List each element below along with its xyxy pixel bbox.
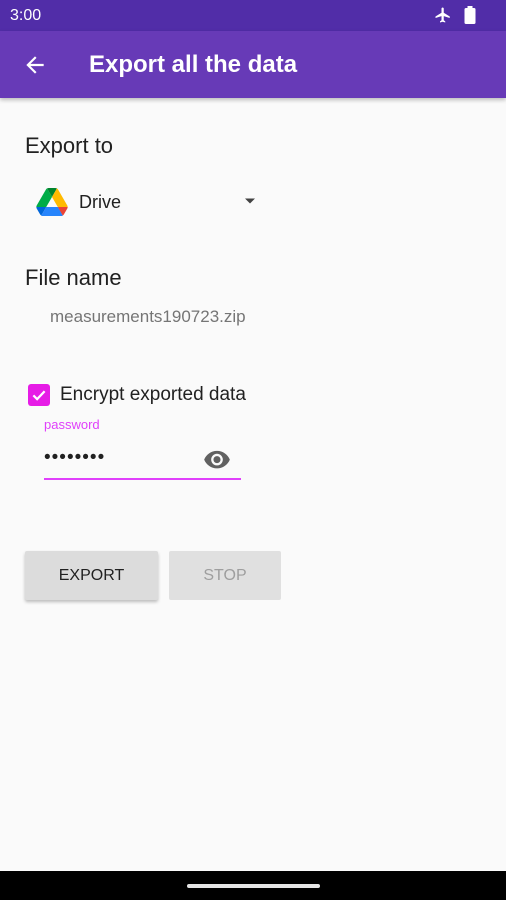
- home-gesture-handle[interactable]: [187, 884, 320, 888]
- status-time: 3:00: [10, 7, 42, 24]
- page-title: Export all the data: [89, 51, 298, 78]
- stop-button[interactable]: STOP: [169, 551, 281, 600]
- navigation-bar: [0, 871, 506, 900]
- encrypt-checkbox[interactable]: [28, 384, 50, 406]
- status-bar: 3:00: [0, 0, 506, 31]
- export-button[interactable]: EXPORT: [25, 551, 158, 600]
- battery-icon: [464, 6, 476, 24]
- status-icons: [434, 6, 476, 24]
- google-drive-icon: [36, 188, 68, 216]
- password-floating-label: password: [44, 417, 100, 432]
- app-bar: Export all the data: [0, 31, 506, 98]
- file-name-value: measurements190723.zip: [50, 307, 246, 326]
- dropdown-arrow-icon: [245, 198, 255, 204]
- encrypt-checkbox-label: Encrypt exported data: [60, 384, 246, 405]
- checkmark-icon: [32, 390, 46, 401]
- encrypt-checkbox-row[interactable]: Encrypt exported data: [28, 384, 246, 406]
- selected-destination: Drive: [79, 191, 122, 212]
- file-name-label: File name: [25, 265, 122, 290]
- arrow-back-icon[interactable]: [22, 52, 48, 78]
- airplane-icon: [435, 7, 450, 23]
- password-field[interactable]: ••••••••: [44, 440, 241, 480]
- export-to-label: Export to: [25, 133, 114, 158]
- export-destination-dropdown[interactable]: Drive: [30, 182, 262, 222]
- eye-icon[interactable]: [203, 449, 231, 469]
- password-value: ••••••••: [44, 447, 106, 468]
